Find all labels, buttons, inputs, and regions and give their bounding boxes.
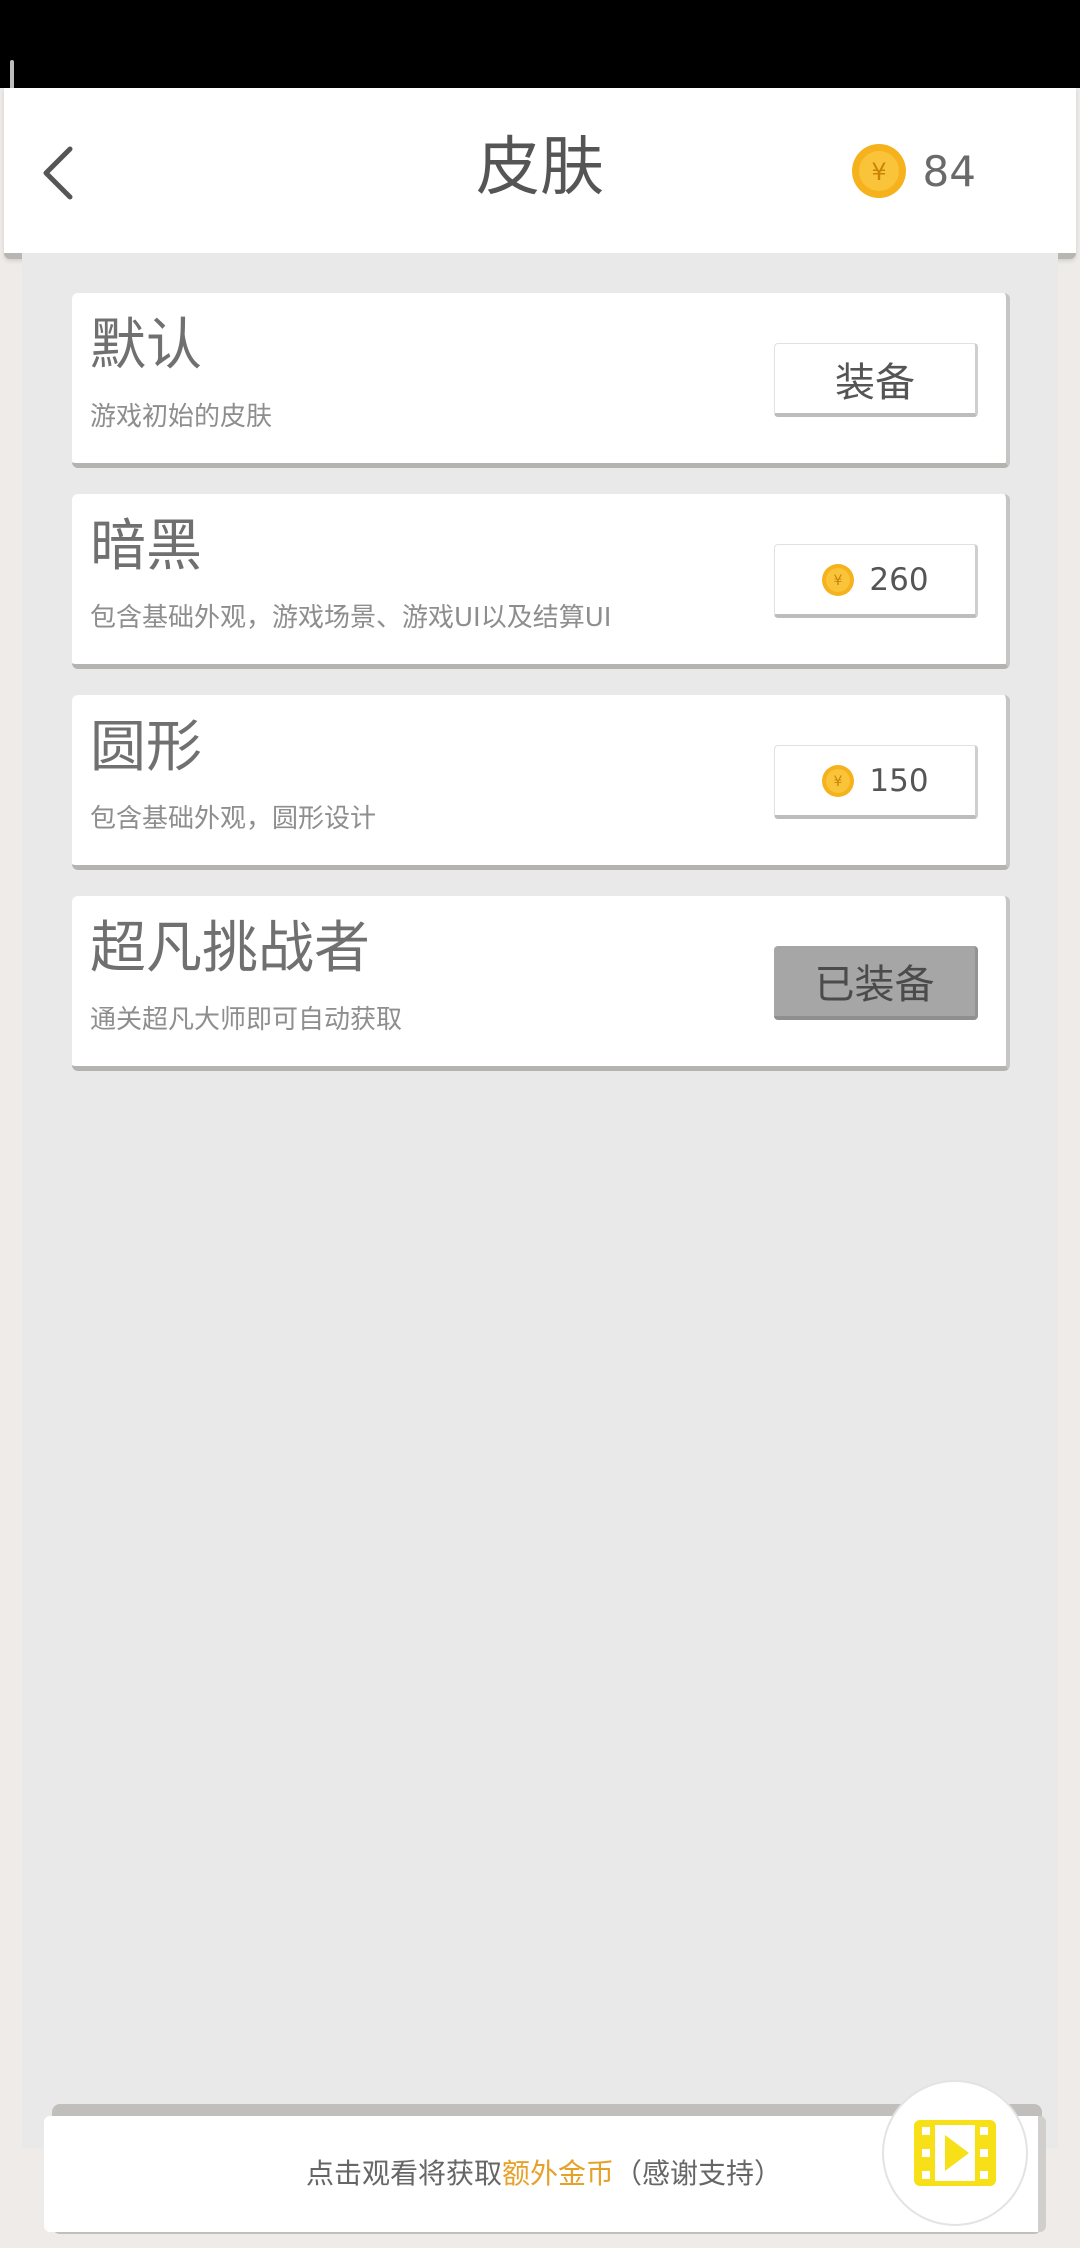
skin-name: 默认	[90, 313, 202, 378]
coin-icon: ¥	[851, 144, 906, 198]
skin-card-round: 圆形 包含基础外观，圆形设计 ¥ 150	[72, 695, 1010, 870]
ad-text-prefix: 点击观看将获取	[305, 2157, 502, 2190]
skin-card-default: 默认 游戏初始的皮肤 装备	[72, 293, 1010, 468]
price-value: 260	[869, 561, 929, 598]
coin-balance: ¥ 84	[851, 143, 976, 199]
skin-name: 超凡挑战者	[90, 916, 370, 981]
coin-balance-value: 84	[922, 146, 976, 196]
svg-text:¥: ¥	[834, 774, 843, 790]
skin-description: 包含基础外观，圆形设计	[90, 804, 377, 834]
equip-button[interactable]: 装备	[774, 343, 978, 417]
skin-name: 暗黑	[90, 514, 202, 579]
skin-description: 包含基础外观，游戏场景、游戏UI以及结算UI	[90, 603, 612, 633]
svg-text:¥: ¥	[871, 158, 886, 186]
watch-video-button[interactable]	[882, 2080, 1028, 2226]
header: 皮肤 ¥ 84	[4, 88, 1076, 259]
coin-icon: ¥	[822, 764, 855, 797]
skin-description: 通关超凡大师即可自动获取	[90, 1005, 403, 1035]
buy-button[interactable]: ¥ 260	[774, 544, 978, 618]
skin-card-dark: 暗黑 包含基础外观，游戏场景、游戏UI以及结算UI ¥ 260	[72, 494, 1010, 669]
coin-icon: ¥	[822, 563, 855, 596]
video-play-icon	[914, 2120, 996, 2186]
buy-button[interactable]: ¥ 150	[774, 745, 978, 819]
skin-card-challenger: 超凡挑战者 通关超凡大师即可自动获取 已装备	[72, 896, 1010, 1071]
ad-text-suffix: （感谢支持）	[614, 2157, 783, 2190]
skin-description: 游戏初始的皮肤	[90, 402, 273, 432]
status-bar	[0, 0, 1080, 88]
skin-name: 圆形	[90, 715, 202, 780]
equipped-button[interactable]: 已装备	[774, 946, 978, 1020]
ad-text-highlight: 额外金币	[501, 2157, 614, 2190]
price-value: 150	[869, 762, 929, 799]
svg-text:¥: ¥	[834, 573, 843, 589]
